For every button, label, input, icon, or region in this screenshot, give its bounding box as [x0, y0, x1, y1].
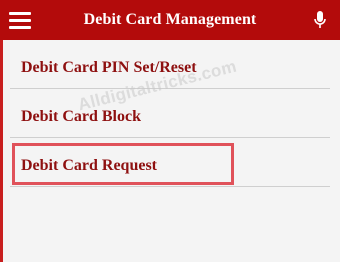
menu-item-card-request[interactable]: Debit Card Request	[10, 138, 330, 187]
page-title: Debit Card Management	[83, 11, 257, 28]
menu-item-card-block[interactable]: Debit Card Block	[10, 89, 330, 138]
active-indicator-bar	[0, 40, 3, 262]
app-screen: Debit Card Management Debit Card PIN Set…	[0, 0, 340, 262]
menu-item-pin-set-reset[interactable]: Debit Card PIN Set/Reset	[10, 40, 330, 89]
microphone-icon[interactable]	[313, 9, 327, 31]
app-header: Debit Card Management	[0, 0, 340, 40]
menu-item-label: Debit Card PIN Set/Reset	[21, 59, 197, 76]
menu-item-label: Debit Card Block	[21, 108, 141, 125]
menu-list: Debit Card PIN Set/Reset Debit Card Bloc…	[10, 40, 330, 187]
menu-item-label: Debit Card Request	[21, 157, 157, 174]
